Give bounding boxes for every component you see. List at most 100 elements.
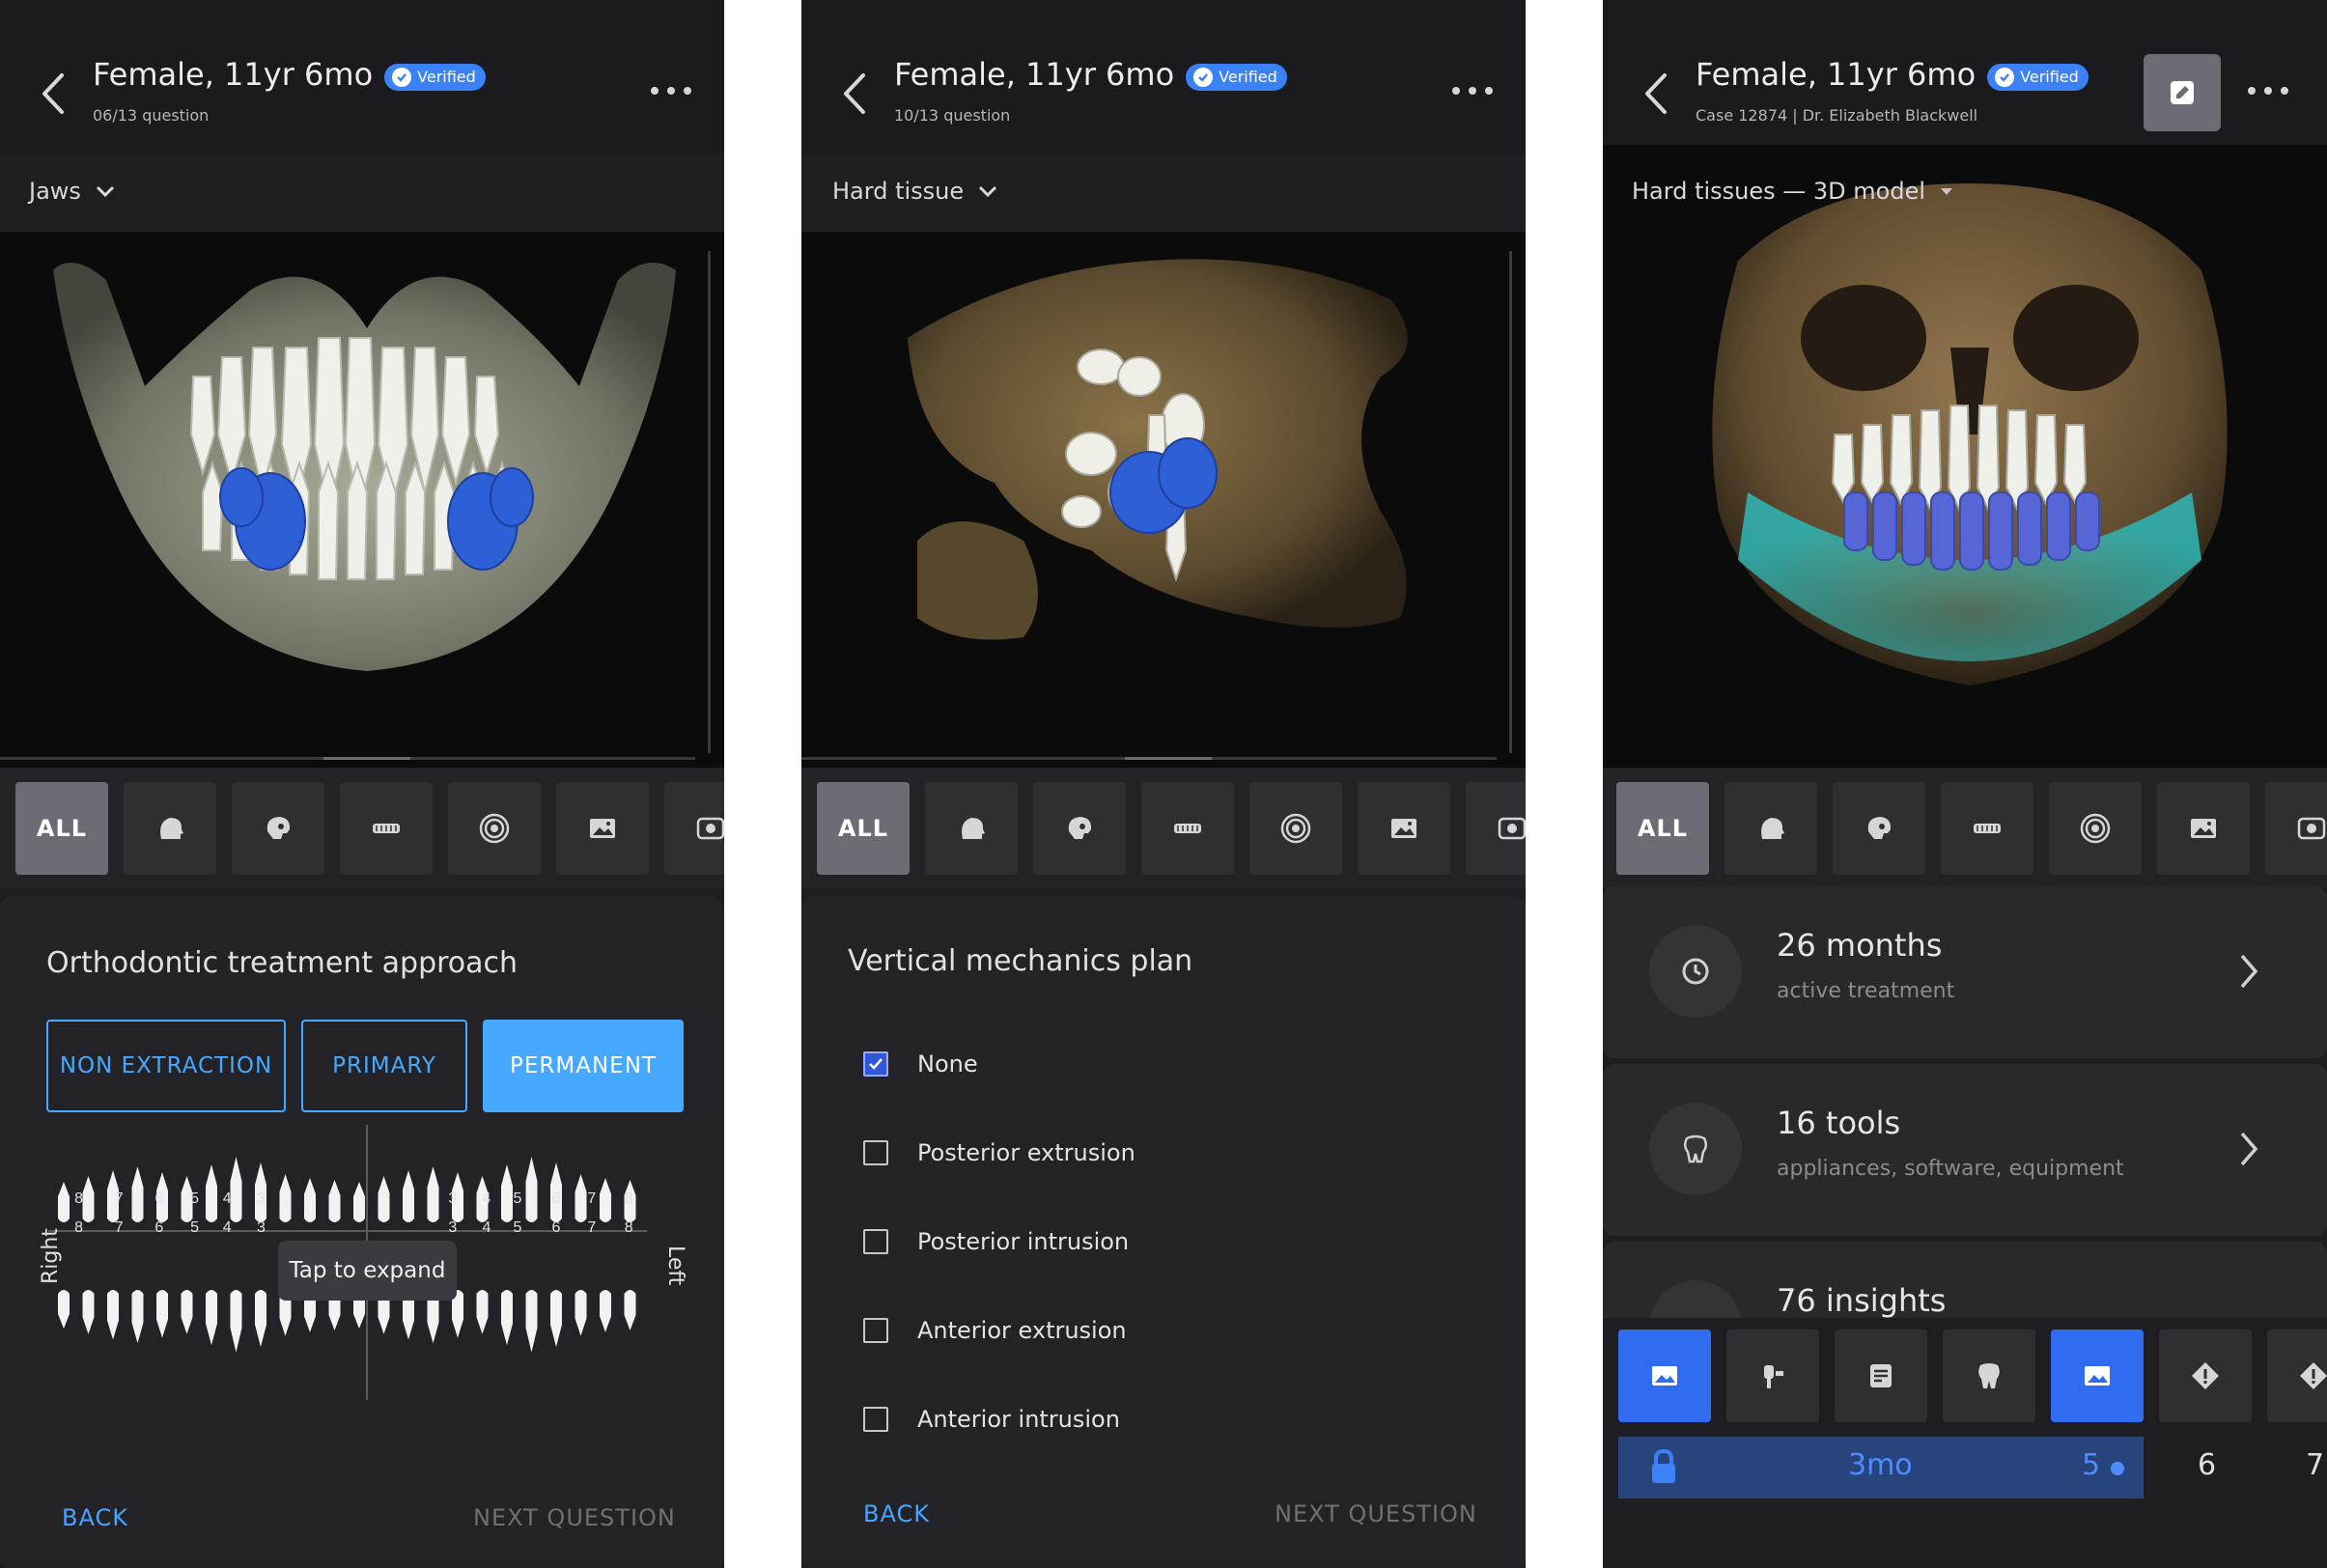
- filter-all-button[interactable]: ALL: [15, 782, 108, 875]
- clock-icon: [1649, 925, 1742, 1018]
- checkbox-label: None: [917, 1050, 978, 1078]
- edit-case-button[interactable]: [2144, 54, 2221, 131]
- checkbox-label: Posterior extrusion: [917, 1139, 1135, 1166]
- vertical-scrollbar[interactable]: [708, 251, 711, 753]
- vertical-scrollbar[interactable]: [1509, 251, 1512, 753]
- lower-tooth: [525, 1290, 538, 1353]
- checkbox-posterior-extrusion[interactable]: Posterior extrusion: [801, 1134, 1135, 1172]
- checkbox-anterior-extrusion[interactable]: Anterior extrusion: [801, 1311, 1127, 1350]
- appliance-button[interactable]: [1726, 1330, 1819, 1422]
- slider-handle[interactable]: [2111, 1462, 2124, 1475]
- view-dropdown[interactable]: Hard tissue: [832, 178, 998, 205]
- lower-tooth: [600, 1290, 611, 1332]
- filter-bar: ALL: [801, 768, 1526, 888]
- view-dropdown-label: Hard tissues — 3D model: [1632, 178, 1925, 205]
- checkbox-anterior-intrusion[interactable]: Anterior intrusion: [801, 1400, 1120, 1439]
- tap-to-expand-tooltip[interactable]: Tap to expand: [278, 1241, 457, 1301]
- checkbox-empty-icon[interactable]: [863, 1229, 888, 1254]
- scan-rings-icon[interactable]: [448, 782, 541, 875]
- checkbox-none[interactable]: None: [801, 1045, 978, 1083]
- photo-gallery-icon[interactable]: [664, 782, 724, 875]
- option-permanent[interactable]: PERMANENT: [483, 1020, 684, 1112]
- option-primary[interactable]: PRIMARY: [301, 1020, 467, 1112]
- skull-profile-icon[interactable]: [1033, 782, 1126, 875]
- question-title: Orthodontic treatment approach: [46, 946, 519, 980]
- image-icon[interactable]: [2157, 782, 2250, 875]
- skull-profile-icon[interactable]: [1833, 782, 1925, 875]
- tooth-number-lower: 5: [190, 1219, 199, 1236]
- filter-all-button[interactable]: ALL: [817, 782, 910, 875]
- head-profile-icon[interactable]: [1724, 782, 1817, 875]
- lower-tooth: [107, 1290, 119, 1340]
- head-profile-icon[interactable]: [925, 782, 1018, 875]
- tooth-number-upper: 4: [223, 1190, 232, 1207]
- next-question-button[interactable]: NEXT QUESTION: [473, 1504, 676, 1531]
- timeline-slider[interactable]: 3mo 5: [1618, 1437, 2144, 1498]
- slider-range-label: 3mo: [1848, 1448, 1913, 1482]
- filter-all-button[interactable]: ALL: [1616, 782, 1709, 875]
- filter-bar: ALL: [1603, 768, 2327, 888]
- skull-profile-icon[interactable]: [232, 782, 324, 875]
- question-title: Vertical mechanics plan: [848, 944, 1193, 978]
- patient-title: Female, 11yr 6mo: [93, 56, 374, 93]
- header: Female, 11yr 6mo Verified 06/13 question: [0, 0, 724, 154]
- verified-badge: Verified: [1186, 64, 1287, 91]
- lock-icon: [1652, 1448, 1675, 1483]
- head-profile-icon[interactable]: [124, 782, 216, 875]
- more-options-icon[interactable]: [1452, 87, 1493, 95]
- option-non-extraction[interactable]: NON EXTRACTION: [46, 1020, 286, 1112]
- horizontal-scrollbar[interactable]: [0, 757, 695, 760]
- upper-tooth: [501, 1164, 513, 1222]
- lower-tooth: [550, 1290, 562, 1348]
- more-options-icon[interactable]: [2248, 87, 2288, 95]
- 3d-viewer-hard-tissues[interactable]: [1603, 145, 2327, 772]
- 3d-viewer-jaws[interactable]: [0, 232, 724, 768]
- dental-arch-icon[interactable]: [340, 782, 433, 875]
- photo-gallery-icon[interactable]: [1466, 782, 1526, 875]
- tooth-number-lower: 4: [223, 1219, 232, 1236]
- scan-rings-icon[interactable]: [1249, 782, 1342, 875]
- timeline-step-6[interactable]: 6: [2198, 1448, 2216, 1482]
- checkbox-empty-icon[interactable]: [863, 1407, 888, 1432]
- checkbox-checked-icon[interactable]: [863, 1051, 888, 1077]
- screen-question-6: Female, 11yr 6mo Verified 06/13 question…: [0, 0, 724, 1568]
- chevron-right-icon: [2240, 1132, 2258, 1166]
- notes-button[interactable]: [1835, 1330, 1927, 1422]
- checkbox-empty-icon[interactable]: [863, 1140, 888, 1165]
- back-chevron-icon[interactable]: [1641, 70, 1670, 118]
- back-button[interactable]: BACK: [62, 1504, 128, 1531]
- checkbox-empty-icon[interactable]: [863, 1318, 888, 1343]
- tooth-button[interactable]: [1943, 1330, 2035, 1422]
- image-toggle-button[interactable]: [1618, 1330, 1711, 1422]
- back-button[interactable]: BACK: [863, 1500, 930, 1527]
- header: Female, 11yr 6mo Verified Case 12874 | D…: [1603, 0, 2327, 154]
- photo-gallery-icon[interactable]: [2265, 782, 2327, 875]
- dental-arch-icon[interactable]: [1141, 782, 1234, 875]
- view-dropdown[interactable]: Hard tissues — 3D model: [1632, 178, 1954, 205]
- back-chevron-icon[interactable]: [39, 70, 68, 118]
- 3d-viewer-hard-tissue[interactable]: [801, 232, 1526, 768]
- alert-button-2[interactable]: [2267, 1330, 2327, 1422]
- alert-button[interactable]: [2159, 1330, 2252, 1422]
- image-icon[interactable]: [1358, 782, 1450, 875]
- verified-badge: Verified: [384, 64, 486, 91]
- scan-rings-icon[interactable]: [2049, 782, 2142, 875]
- lower-tooth: [58, 1290, 70, 1330]
- chevron-right-icon: [2240, 954, 2258, 989]
- card-active-treatment[interactable]: 26 months active treatment: [1603, 886, 2327, 1058]
- image-icon: [2085, 1366, 2110, 1386]
- photo-toggle-button[interactable]: [2051, 1330, 2144, 1422]
- back-chevron-icon[interactable]: [840, 70, 869, 118]
- tooth-number-lower: 7: [587, 1219, 596, 1236]
- view-dropdown[interactable]: Jaws: [29, 178, 116, 205]
- timeline-step-7[interactable]: 7: [2306, 1448, 2324, 1482]
- next-question-button[interactable]: NEXT QUESTION: [1275, 1500, 1477, 1527]
- horizontal-scrollbar[interactable]: [801, 757, 1497, 760]
- card-tools[interactable]: 16 tools appliances, software, equipment: [1603, 1064, 2327, 1236]
- upper-tooth: [304, 1178, 316, 1222]
- lower-tooth: [131, 1290, 144, 1344]
- checkbox-posterior-intrusion[interactable]: Posterior intrusion: [801, 1222, 1129, 1261]
- dental-arch-icon[interactable]: [1941, 782, 2033, 875]
- more-options-icon[interactable]: [651, 87, 691, 95]
- image-icon[interactable]: [556, 782, 649, 875]
